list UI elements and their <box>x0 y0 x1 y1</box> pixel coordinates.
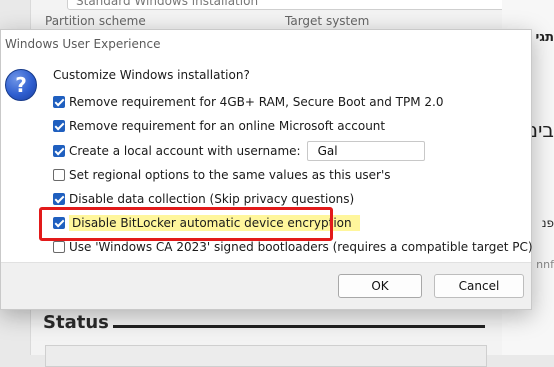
option-label: Remove requirement for an online Microso… <box>69 119 386 133</box>
status-bar <box>45 345 487 367</box>
option-label: Set regional options to the same values … <box>69 168 391 182</box>
partition-scheme-label: Partition scheme <box>45 14 146 28</box>
ok-button[interactable]: OK <box>338 274 422 298</box>
cancel-button[interactable]: Cancel <box>434 274 524 298</box>
dialog-title: Windows User Experience <box>1 30 531 58</box>
checkbox[interactable] <box>53 145 65 157</box>
image-option-dropdown[interactable]: Standard Windows installation <box>67 0 507 10</box>
rtl-text-3: פנ <box>541 216 554 230</box>
checkbox[interactable] <box>53 241 65 253</box>
checkbox[interactable] <box>53 96 65 108</box>
option-remove-hw-requirements[interactable]: Remove requirement for 4GB+ RAM, Secure … <box>53 93 443 111</box>
option-label: Disable data collection (Skip privacy qu… <box>69 192 355 206</box>
dialog-footer: OK Cancel <box>1 262 531 309</box>
option-label: Use 'Windows CA 2023' signed bootloaders… <box>69 240 533 254</box>
checkbox[interactable] <box>53 120 65 132</box>
option-regional-options[interactable]: Set regional options to the same values … <box>53 166 391 184</box>
option-remove-online-account[interactable]: Remove requirement for an online Microso… <box>53 117 385 135</box>
option-label: Remove requirement for 4GB+ RAM, Secure … <box>69 95 444 109</box>
option-local-account[interactable]: Create a local account with username: Ga… <box>53 141 425 161</box>
status-divider <box>113 325 485 328</box>
option-label: Disable BitLocker automatic device encry… <box>69 215 360 231</box>
option-disable-data-collection[interactable]: Disable data collection (Skip privacy qu… <box>53 190 354 208</box>
checkbox[interactable] <box>53 193 65 205</box>
question-icon: ? <box>5 69 37 101</box>
status-heading: Status <box>43 312 109 333</box>
option-label: Create a local account with username: <box>69 144 301 158</box>
username-input[interactable]: Gal <box>306 141 425 161</box>
dialog-prompt: Customize Windows installation? <box>53 68 250 82</box>
rtl-text-4: nnf <box>536 258 554 271</box>
option-ca-2023-bootloaders[interactable]: Use 'Windows CA 2023' signed bootloaders… <box>53 238 533 256</box>
target-system-label: Target system <box>285 14 370 28</box>
rtl-text-1: תגי <box>535 30 554 45</box>
dialog-content: ? Customize Windows installation? Remove… <box>1 58 533 264</box>
checkbox[interactable] <box>53 169 65 181</box>
windows-user-experience-dialog: Windows User Experience ? Customize Wind… <box>0 29 533 310</box>
checkbox[interactable] <box>53 217 65 229</box>
option-disable-bitlocker[interactable]: Disable BitLocker automatic device encry… <box>53 214 360 232</box>
